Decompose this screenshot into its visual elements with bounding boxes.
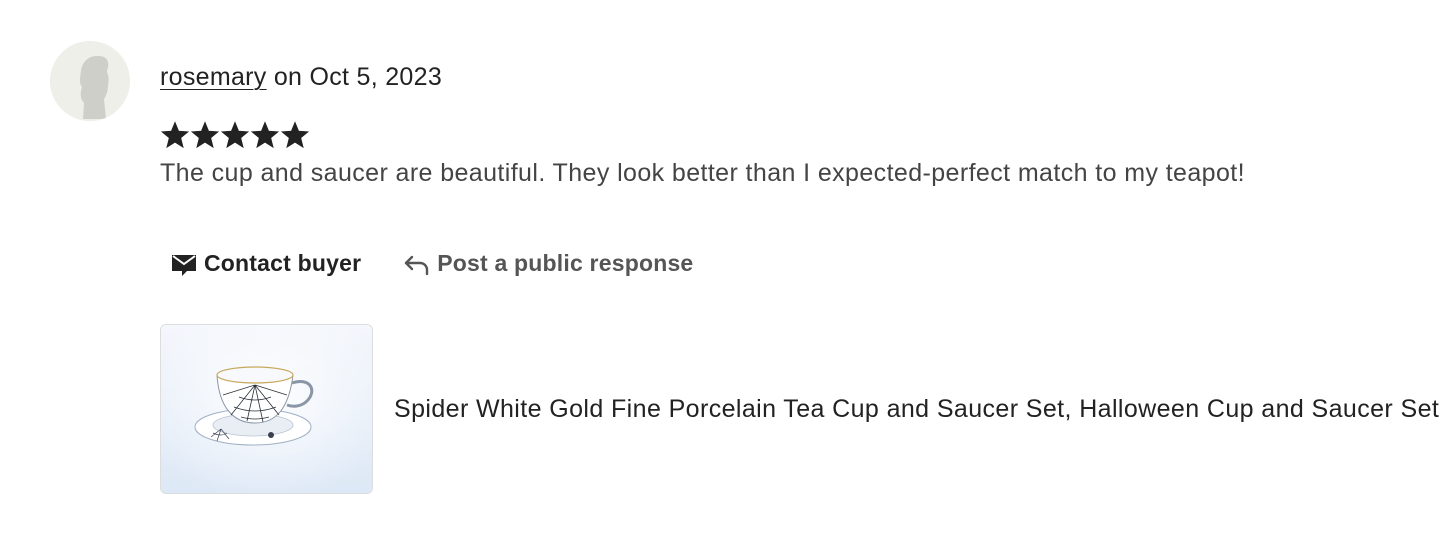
star-filled-icon bbox=[250, 121, 280, 149]
product-title-link[interactable]: Spider White Gold Fine Porcelain Tea Cup… bbox=[394, 392, 1439, 426]
review-meta: rosemary on Oct 5, 2023 bbox=[160, 60, 442, 94]
contact-buyer-label: Contact buyer bbox=[204, 249, 362, 276]
star-filled-icon bbox=[190, 121, 220, 149]
star-filled-icon bbox=[280, 121, 310, 149]
product-reference: Spider White Gold Fine Porcelain Tea Cup… bbox=[160, 323, 1439, 494]
contact-buyer-button[interactable]: Contact buyer bbox=[170, 249, 361, 277]
reviewer-avatar[interactable] bbox=[50, 41, 130, 121]
teacup-image-icon bbox=[161, 324, 372, 493]
star-rating bbox=[160, 118, 310, 152]
review-actions: Contact buyer Post a public response bbox=[170, 243, 693, 283]
review-card: rosemary on Oct 5, 2023 The cup and sauc… bbox=[0, 0, 1445, 560]
product-thumbnail[interactable] bbox=[160, 323, 373, 494]
envelope-icon bbox=[172, 255, 196, 276]
reply-arrow-icon bbox=[405, 255, 429, 276]
date-prefix: on bbox=[266, 63, 310, 91]
review-date: Oct 5, 2023 bbox=[309, 63, 443, 91]
star-filled-icon bbox=[220, 121, 250, 149]
post-public-response-button[interactable]: Post a public response bbox=[403, 249, 693, 277]
default-avatar-silhouette-icon bbox=[50, 41, 130, 121]
reviewer-username-link[interactable]: rosemary bbox=[160, 63, 267, 91]
star-filled-icon bbox=[160, 121, 190, 149]
post-public-response-label: Post a public response bbox=[437, 249, 694, 276]
review-text: The cup and saucer are beautiful. They l… bbox=[160, 159, 1245, 187]
